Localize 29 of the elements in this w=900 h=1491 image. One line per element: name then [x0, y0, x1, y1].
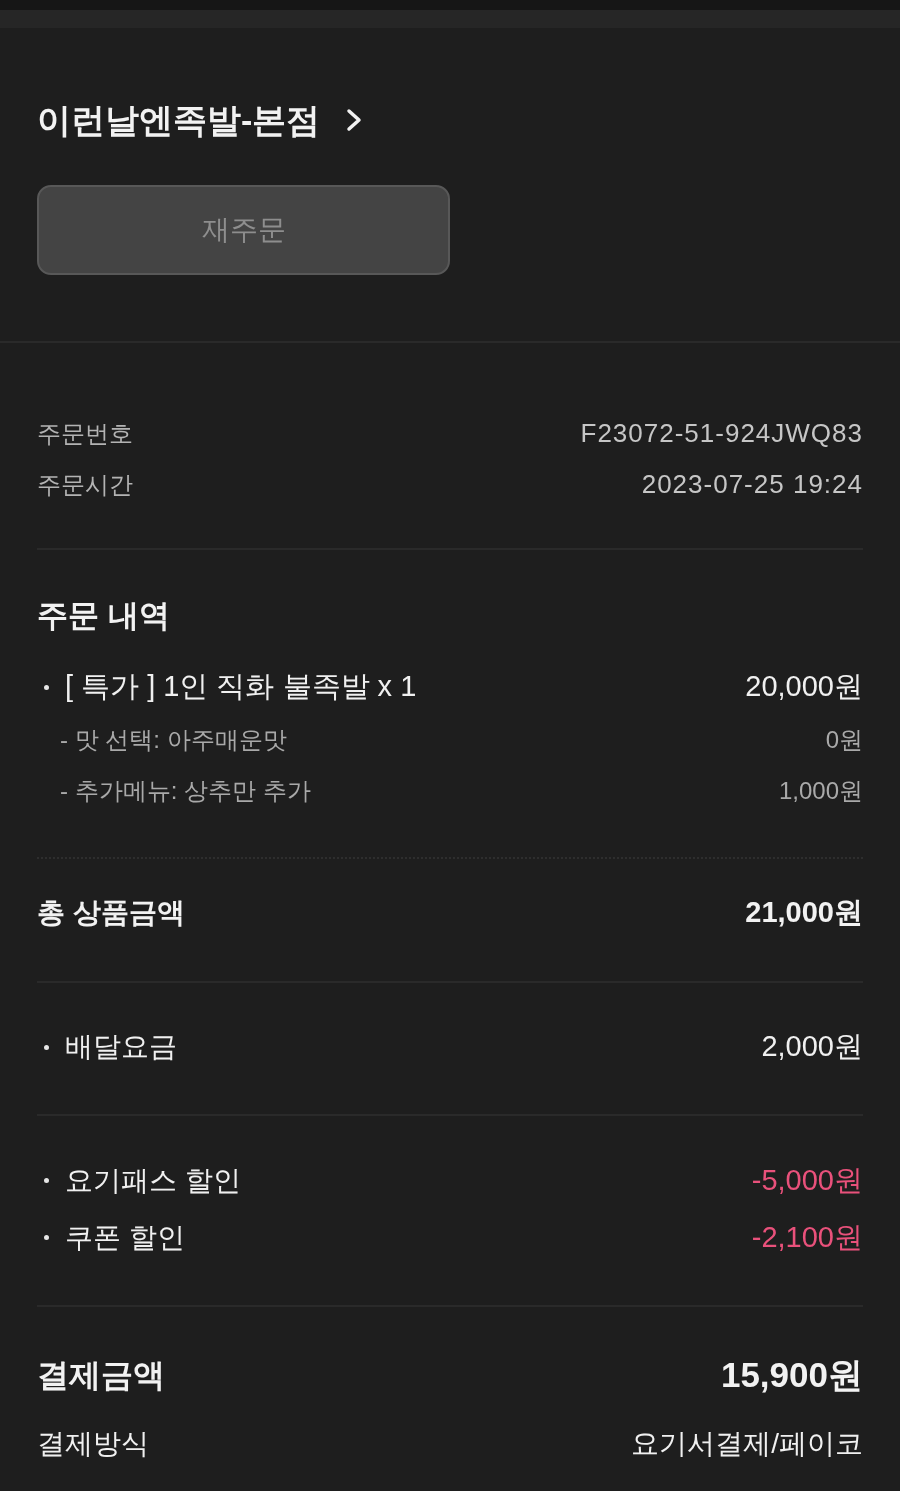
- discount-value: -2,100원: [751, 1219, 863, 1255]
- payment-method-label: 결제방식: [37, 1427, 149, 1461]
- menu-item-price: 20,000원: [745, 669, 863, 705]
- store-name[interactable]: 이런날엔족발-본점: [37, 98, 321, 142]
- total-label: 결제금액: [37, 1356, 165, 1395]
- option-label: - 추가메뉴: 상추만 추가: [60, 775, 311, 806]
- discount-label: 요기패스 할인: [65, 1163, 241, 1198]
- option-price: 0원: [825, 724, 863, 755]
- menu-item-name: [ 특가 ] 1인 직화 불족발 x 1: [65, 669, 417, 705]
- subtotal-label: 총 상품금액: [37, 896, 185, 930]
- subtotal-value: 21,000원: [745, 895, 863, 931]
- discount-value: -5,000원: [751, 1162, 863, 1198]
- section-heading: 주문 내역: [37, 597, 170, 635]
- option-label: - 맛 선택: 아주매운맛: [60, 724, 287, 755]
- bullet-icon: [44, 684, 49, 690]
- payment-method-value: 요기서결제/페이코: [631, 1427, 863, 1461]
- fee-label: 배달요금: [65, 1030, 177, 1064]
- bullet-icon: [44, 1235, 49, 1240]
- bullet-icon: [44, 1178, 49, 1183]
- chevron-right-icon[interactable]: [346, 108, 363, 132]
- total-value: 15,900원: [720, 1353, 863, 1396]
- info-value: 2023-07-25 19:24: [641, 468, 863, 501]
- discount-label: 쿠폰 할인: [65, 1220, 185, 1255]
- info-label: 주문번호: [37, 418, 133, 449]
- info-label: 주문시간: [37, 469, 133, 500]
- option-price: 1,000원: [778, 775, 863, 806]
- fee-value: 2,000원: [761, 1029, 863, 1065]
- bullet-icon: [44, 1044, 49, 1050]
- info-value: F23072-51-924JWQ83: [580, 417, 863, 450]
